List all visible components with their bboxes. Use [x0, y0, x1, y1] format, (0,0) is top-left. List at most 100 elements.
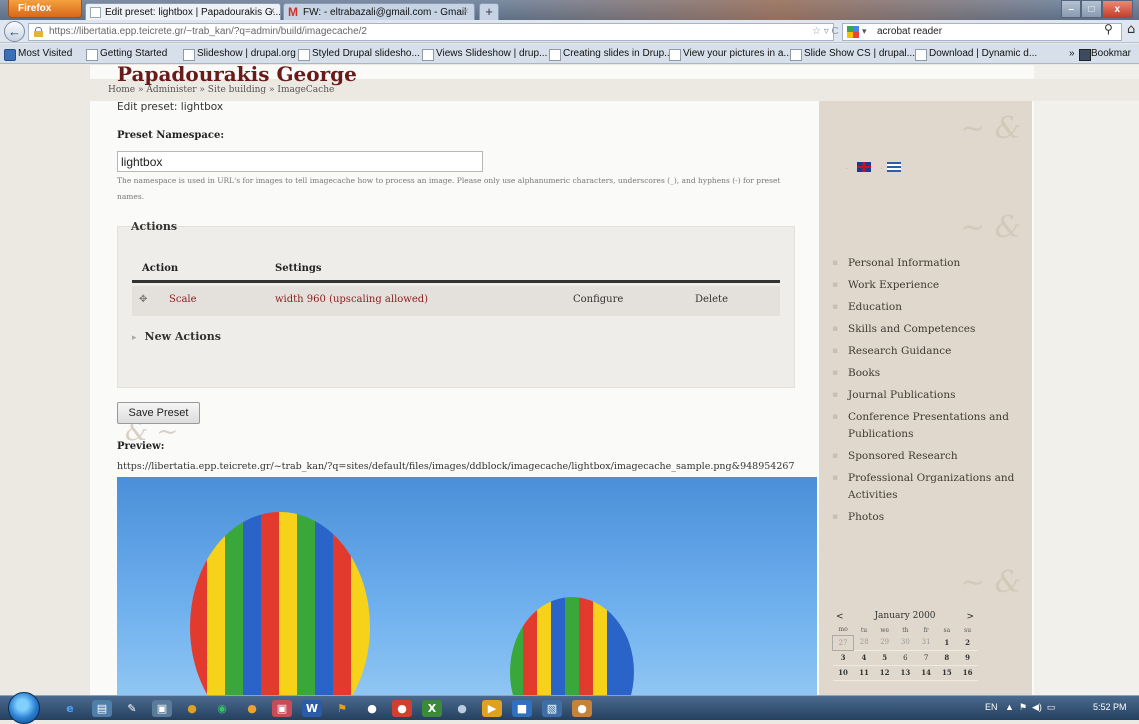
- calendar-date[interactable]: 30: [895, 635, 916, 651]
- calendar-date[interactable]: 28: [853, 635, 875, 651]
- calendar-date[interactable]: 6: [895, 650, 916, 666]
- bookmarks-overflow[interactable]: » Bookmar: [1069, 48, 1131, 61]
- maximize-button[interactable]: □: [1081, 0, 1102, 18]
- page-icon: [90, 7, 101, 18]
- close-window-button[interactable]: x: [1101, 0, 1133, 18]
- sidebar-item-books[interactable]: Books: [832, 365, 1022, 382]
- sidebar-item-personal-information[interactable]: Personal Information: [832, 255, 1022, 272]
- calendar-date[interactable]: 8: [936, 650, 958, 666]
- delete-link[interactable]: Delete: [695, 294, 728, 305]
- sidebar-item-professional-organizations[interactable]: Professional Organizations and Activitie…: [832, 470, 1022, 504]
- action-scale-link[interactable]: Scale: [169, 294, 197, 305]
- calendar-date[interactable]: 13: [895, 665, 916, 681]
- sidebar-item-education[interactable]: Education: [832, 299, 1022, 316]
- calendar-date[interactable]: 16: [957, 665, 978, 681]
- calendar-week: 10 11 12 13 14 15 16: [832, 665, 978, 681]
- bookmark-item[interactable]: Slide Show CS | drupal...: [790, 48, 915, 61]
- search-input[interactable]: ▾ acrobat reader: [842, 23, 1122, 41]
- calendar-date[interactable]: 7: [915, 650, 937, 666]
- sidebar-item-work-experience[interactable]: Work Experience: [832, 277, 1022, 294]
- breadcrumb[interactable]: Home » Administer » Site building » Imag…: [108, 85, 334, 95]
- save-preset-button[interactable]: Save Preset: [117, 402, 200, 424]
- chrome-icon[interactable]: ◉: [212, 700, 232, 717]
- sidebar-item-photos[interactable]: Photos: [832, 509, 1022, 526]
- app-icon[interactable]: ●: [452, 700, 472, 717]
- app-icon[interactable]: ▣: [272, 700, 292, 717]
- url-bar[interactable]: https://libertatia.epp.teicrete.gr/~trab…: [28, 23, 834, 41]
- close-tab-icon[interactable]: ×: [463, 6, 469, 17]
- calendar-date[interactable]: 5: [874, 650, 896, 666]
- tab-edit-preset[interactable]: Edit preset: lightbox | Papadourakis G..…: [85, 3, 281, 20]
- clock[interactable]: 5:52 PM: [1093, 702, 1127, 712]
- explorer-icon[interactable]: ▤: [92, 700, 112, 717]
- sidebar-item-journal-publications[interactable]: Journal Publications: [832, 387, 1022, 404]
- back-button[interactable]: ←: [4, 21, 25, 42]
- sidebar-item-skills[interactable]: Skills and Competences: [832, 321, 1022, 338]
- sidebar-item-conference-presentations[interactable]: Conference Presentations and Publication…: [832, 409, 1022, 443]
- greek-flag-icon[interactable]: [886, 161, 901, 172]
- calendar-next-button[interactable]: >: [966, 612, 974, 622]
- calendar-date[interactable]: 3: [832, 650, 854, 666]
- calendar-date[interactable]: 10: [832, 665, 854, 681]
- disc-icon[interactable]: ●: [362, 700, 382, 717]
- calendar-date[interactable]: 12: [874, 665, 896, 681]
- calendar-date[interactable]: 14: [915, 665, 937, 681]
- sidebar-item-research-guidance[interactable]: Research Guidance: [832, 343, 1022, 360]
- balloon-large: [190, 512, 370, 695]
- close-tab-icon[interactable]: ×: [269, 6, 275, 17]
- bookmark-item[interactable]: Views Slideshow | drup...: [422, 48, 547, 61]
- window-icon[interactable]: ▣: [152, 700, 172, 717]
- tool-icon[interactable]: ✎: [122, 700, 142, 717]
- search-engine-dropdown-icon[interactable]: ▾: [862, 26, 867, 37]
- action-settings-link[interactable]: width 960 (upscaling allowed): [275, 294, 428, 305]
- calendar-date[interactable]: 9: [957, 650, 978, 666]
- app-icon[interactable]: ■: [512, 700, 532, 717]
- flag-icon[interactable]: ⚑: [332, 700, 352, 717]
- bookmark-item[interactable]: Getting Started: [86, 48, 167, 61]
- calendar-date[interactable]: 2: [957, 635, 978, 651]
- firefox-icon[interactable]: ●: [572, 700, 592, 717]
- search-icon[interactable]: ⚲: [1104, 22, 1113, 36]
- ie-icon[interactable]: e: [60, 700, 80, 717]
- calendar-date[interactable]: 11: [853, 665, 875, 681]
- tray-icons[interactable]: ▲ ⚑ ◀) ▭: [1000, 702, 1055, 712]
- calendar-date[interactable]: 1: [936, 635, 958, 651]
- bookmark-item[interactable]: Slideshow | drupal.org: [183, 48, 296, 61]
- calendar-prev-button[interactable]: <: [836, 612, 844, 622]
- bookmark-item[interactable]: Creating slides in Drup...: [549, 48, 673, 61]
- start-button[interactable]: [8, 692, 40, 724]
- namespace-input[interactable]: [117, 151, 483, 172]
- new-tab-button[interactable]: +: [479, 3, 499, 20]
- calendar-month: January 2000: [874, 611, 936, 621]
- bookmark-item[interactable]: Bookmar: [1091, 48, 1131, 59]
- site-title[interactable]: Papadourakis George: [117, 65, 357, 86]
- firefox-menu-button[interactable]: Firefox: [8, 0, 82, 18]
- paint-icon[interactable]: ●: [242, 700, 262, 717]
- home-icon[interactable]: ⌂: [1127, 22, 1135, 37]
- tab-gmail[interactable]: M FW: - eltrabazali@gmail.com - Gmail ×: [283, 3, 475, 20]
- photos-icon[interactable]: ▧: [542, 700, 562, 717]
- minimize-button[interactable]: –: [1061, 0, 1082, 18]
- new-actions-toggle[interactable]: New Actions: [132, 330, 221, 343]
- bookmark-item[interactable]: Most Visited: [4, 48, 72, 61]
- url-bar-tools[interactable]: ☆ ▿ C: [812, 26, 839, 37]
- app-icon[interactable]: ▶: [482, 700, 502, 717]
- calendar-date[interactable]: 31: [915, 635, 937, 651]
- bookmark-item[interactable]: Download | Dynamic d...: [915, 48, 1037, 61]
- media-icon[interactable]: ●: [182, 700, 202, 717]
- excel-icon[interactable]: X: [422, 700, 442, 717]
- drag-handle-icon[interactable]: ✥: [139, 294, 147, 305]
- uk-flag-icon[interactable]: [857, 161, 872, 172]
- configure-link[interactable]: Configure: [573, 294, 623, 305]
- calendar-date[interactable]: 4: [853, 650, 875, 666]
- app-icon[interactable]: ●: [392, 700, 412, 717]
- word-icon[interactable]: W: [302, 700, 322, 717]
- language-indicator[interactable]: EN: [985, 702, 998, 712]
- sidebar-menu: Personal Information Work Experience Edu…: [832, 255, 1022, 531]
- sidebar-item-sponsored-research[interactable]: Sponsored Research: [832, 448, 1022, 465]
- bookmark-item[interactable]: View your pictures in a...: [669, 48, 792, 61]
- calendar-date[interactable]: 27: [831, 634, 855, 651]
- calendar-date[interactable]: 29: [874, 635, 896, 651]
- bookmark-item[interactable]: Styled Drupal slidesho...: [298, 48, 420, 61]
- calendar-date[interactable]: 15: [936, 665, 958, 681]
